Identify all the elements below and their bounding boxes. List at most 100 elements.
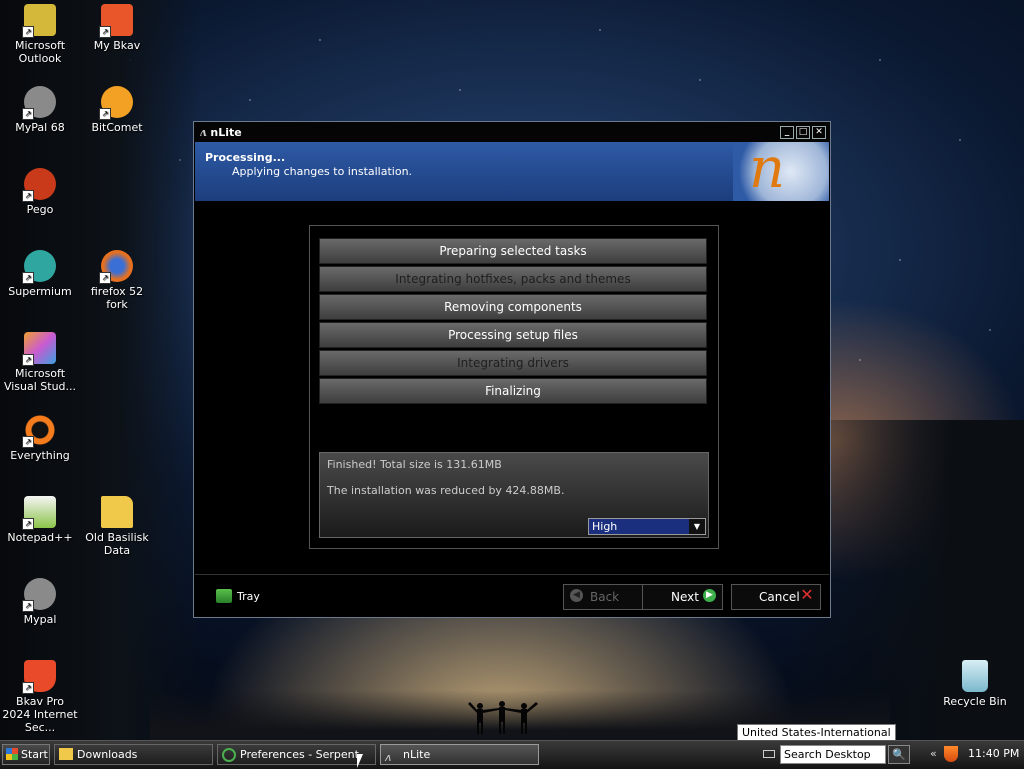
taskbar-item-downloads[interactable]: Downloads <box>54 744 213 765</box>
clock[interactable]: 11:40 PM <box>968 747 1019 760</box>
chevron-down-icon[interactable]: ▼ <box>689 519 705 534</box>
taskbar-item-preferences-serpent[interactable]: Preferences - Serpent <box>217 744 376 765</box>
mypal-icon: ↗ <box>22 578 56 612</box>
mybkav-icon: ↗ <box>99 4 133 38</box>
folder-icon <box>59 748 73 760</box>
nlite-icon: ʌ <box>385 751 392 764</box>
page-subtitle: Applying changes to installation. <box>232 165 413 178</box>
desktop-icon-label: BitComet <box>91 121 143 134</box>
desktop-icon-label: Mypal <box>23 613 57 626</box>
back-label: Back <box>590 590 620 604</box>
desktop-icon-bitcomet[interactable]: ↗ BitComet <box>79 86 155 134</box>
result-reduced-by: The installation was reduced by 424.88MB… <box>327 484 565 497</box>
visual-studio-icon: ↗ <box>22 332 56 366</box>
nlite-logo-icon: ʌ <box>200 125 207 139</box>
desktop-icon-label: firefox 52 fork <box>90 285 144 311</box>
desktop-icon-label: Microsoft Outlook <box>14 39 66 65</box>
cancel-x-icon: ✕ <box>800 585 814 604</box>
everything-icon: ↗ <box>22 414 56 448</box>
taskbar-item-label: nLite <box>403 748 431 761</box>
desktop-icon-recycle-bin[interactable]: Recycle Bin <box>937 660 1013 708</box>
desktop-icon-label: Supermium <box>8 285 72 298</box>
desktop-icon-label: Microsoft Visual Stud... <box>3 367 77 393</box>
bitcomet-icon: ↗ <box>99 86 133 120</box>
tray-icon <box>216 589 232 603</box>
tray-label: Tray <box>237 589 260 603</box>
back-button[interactable]: ◀ Back <box>563 584 643 610</box>
desktop-icon-label: Notepad++ <box>7 531 73 544</box>
back-arrow-icon: ◀ <box>570 589 583 602</box>
wizard-footer: Tray ◀ Back Next ▶ Cancel ✕ <box>195 574 829 617</box>
taskbar-item-label: Preferences - Serpent <box>240 748 359 761</box>
priority-dropdown[interactable]: High ▼ <box>588 518 706 535</box>
desktop-icon-label: Everything <box>10 449 70 462</box>
task-removing-components: Removing components <box>319 294 707 320</box>
recycle-bin-icon <box>962 660 988 692</box>
serpent-icon <box>222 748 236 762</box>
nlite-window: ʌ nLite _ □ ✕ Processing... Applying cha… <box>193 121 831 618</box>
task-processing-setup-files: Processing setup files <box>319 322 707 348</box>
desktop-icon-mypal68[interactable]: ↗ MyPal 68 <box>2 86 78 134</box>
next-button[interactable]: Next ▶ <box>642 584 723 610</box>
desktop-icon-bkav-pro[interactable]: ↗ Bkav Pro 2024 Internet Sec... <box>2 660 78 734</box>
desktop-icon-mybkav[interactable]: ↗ My Bkav <box>79 4 155 52</box>
desktop-icon-pego[interactable]: ↗ Pego <box>2 168 78 216</box>
desktop-icon-everything[interactable]: ↗ Everything <box>2 414 78 462</box>
desktop-icon-notepadpp[interactable]: ↗ Notepad++ <box>2 496 78 544</box>
page-title: Processing... <box>205 151 286 164</box>
desktop-icon-label: Pego <box>26 203 54 216</box>
task-panel: Preparing selected tasks Integrating hot… <box>309 225 719 549</box>
desktop-icon-label: Bkav Pro 2024 Internet Sec... <box>2 695 78 734</box>
desktop-icon-supermium[interactable]: ↗ Supermium <box>2 250 78 298</box>
close-button[interactable]: ✕ <box>812 125 826 139</box>
result-box: Finished! Total size is 131.61MB The ins… <box>319 452 709 538</box>
keyboard-layout-tooltip: United States-International <box>737 724 896 741</box>
firefox-icon: ↗ <box>99 250 133 284</box>
maximize-button[interactable]: □ <box>796 125 810 139</box>
desktop-icon-mypal[interactable]: ↗ Mypal <box>2 578 78 626</box>
desktop-icon-outlook[interactable]: ↗ Microsoft Outlook <box>2 4 78 65</box>
pego-icon: ↗ <box>22 168 56 202</box>
keyboard-icon[interactable] <box>763 750 775 758</box>
next-arrow-icon: ▶ <box>703 589 716 602</box>
window-titlebar[interactable]: ʌ nLite _ □ ✕ <box>194 122 830 142</box>
desktop-icon-visual-studio[interactable]: ↗ Microsoft Visual Stud... <box>2 332 78 393</box>
bkav-shield-icon[interactable] <box>944 746 958 762</box>
priority-value: High <box>592 520 618 533</box>
mouse-cursor-icon <box>357 754 363 768</box>
desktop-icon-firefox[interactable]: ↗ firefox 52 fork <box>79 250 155 311</box>
desktop-icon-label: MyPal 68 <box>15 121 65 134</box>
start-button[interactable]: Start <box>2 744 50 765</box>
taskbar: Start Downloads Preferences - Serpent ʌ … <box>0 740 1024 769</box>
show-hidden-icons-chevron-icon[interactable]: « <box>930 747 937 760</box>
desktop-icon-label: Old Basilisk Data <box>85 531 149 557</box>
outlook-icon: ↗ <box>22 4 56 38</box>
mypal-icon: ↗ <box>22 86 56 120</box>
cancel-button[interactable]: Cancel ✕ <box>731 584 821 610</box>
next-label: Next <box>671 590 699 604</box>
notepadpp-icon: ↗ <box>22 496 56 530</box>
start-label: Start <box>21 748 48 761</box>
desktop-icon-label: My Bkav <box>93 39 141 52</box>
desktop-icon-old-basilisk-data[interactable]: Old Basilisk Data <box>79 496 155 557</box>
search-icon[interactable]: 🔍 <box>888 745 910 764</box>
tray-button[interactable]: Tray <box>216 589 260 603</box>
window-title: nLite <box>210 125 242 139</box>
search-desktop-input[interactable]: Search Desktop <box>780 745 886 764</box>
supermium-icon: ↗ <box>22 250 56 284</box>
desktop-icon-label: Recycle Bin <box>943 695 1007 708</box>
task-integrating-drivers: Integrating drivers <box>319 350 707 376</box>
cancel-label: Cancel <box>759 590 800 604</box>
task-integrating-hotfixes: Integrating hotfixes, packs and themes <box>319 266 707 292</box>
folder-icon <box>101 496 133 528</box>
result-total-size: Finished! Total size is 131.61MB <box>327 458 502 471</box>
wizard-body: Preparing selected tasks Integrating hot… <box>195 203 829 576</box>
nlite-banner-logo-icon: n <box>733 136 829 201</box>
task-finalizing: Finalizing <box>319 378 707 404</box>
taskbar-item-label: Downloads <box>77 748 138 761</box>
window-controls: _ □ ✕ <box>780 125 826 139</box>
wallpaper-silhouette <box>468 701 538 734</box>
windows-flag-icon <box>6 748 18 760</box>
task-preparing-selected-tasks: Preparing selected tasks <box>319 238 707 264</box>
taskbar-item-nlite[interactable]: ʌ nLite <box>380 744 539 765</box>
